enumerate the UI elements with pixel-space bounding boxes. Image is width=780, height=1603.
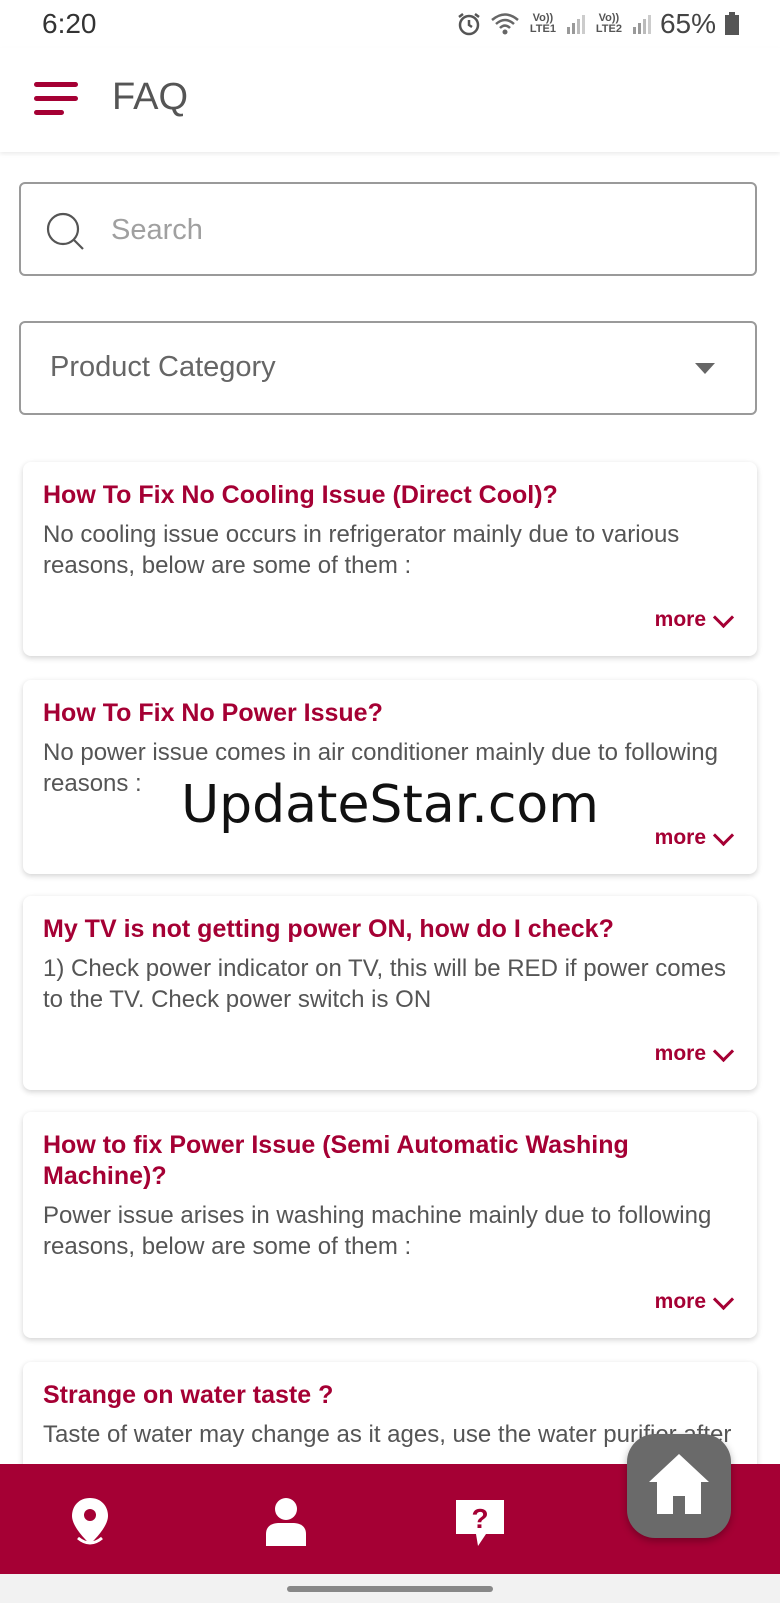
search-box[interactable] bbox=[19, 182, 757, 276]
wifi-icon bbox=[491, 13, 519, 35]
help-icon[interactable]: ? bbox=[452, 1494, 508, 1550]
more-label: more bbox=[654, 608, 706, 631]
more-link[interactable]: more bbox=[654, 606, 735, 632]
product-category-label: Product Category bbox=[50, 351, 276, 383]
status-icons: Vo)) LTE1 Vo)) LTE2 65% bbox=[456, 8, 740, 40]
svg-text:?: ? bbox=[471, 1503, 488, 1534]
page-title: FAQ bbox=[112, 76, 189, 118]
faq-card[interactable]: How to fix Power Issue (Semi Automatic W… bbox=[23, 1112, 757, 1338]
faq-title: My TV is not getting power ON, how do I … bbox=[43, 915, 614, 943]
alarm-icon bbox=[458, 13, 480, 36]
more-label: more bbox=[654, 1290, 706, 1313]
battery-percent: 65% bbox=[659, 8, 716, 39]
faq-title: How To Fix No Cooling Issue (Direct Cool… bbox=[43, 481, 558, 509]
menu-icon[interactable] bbox=[34, 82, 78, 118]
app-bar: FAQ bbox=[0, 48, 780, 152]
signal-icon bbox=[566, 15, 585, 34]
battery-icon bbox=[725, 12, 739, 35]
faq-body: No cooling issue occurs in refrigerator … bbox=[43, 521, 680, 579]
faq-card[interactable]: My TV is not getting power ON, how do I … bbox=[23, 896, 757, 1090]
person-icon[interactable] bbox=[258, 1494, 314, 1550]
status-bar: 6:20 Vo)) LTE1 Vo)) LTE2 65% bbox=[0, 0, 780, 48]
location-icon[interactable] bbox=[62, 1494, 118, 1550]
faq-title: How to fix Power Issue (Semi Automatic W… bbox=[43, 1131, 629, 1190]
dropdown-arrow-icon bbox=[695, 363, 715, 374]
lte1-label: Vo)) LTE1 bbox=[529, 12, 556, 35]
chevron-down-icon bbox=[712, 1288, 735, 1310]
search-icon bbox=[46, 212, 84, 250]
faq-body: 1) Check power indicator on TV, this wil… bbox=[43, 955, 726, 1013]
status-time: 6:20 bbox=[42, 8, 97, 39]
faq-card[interactable]: How To Fix No Cooling Issue (Direct Cool… bbox=[23, 462, 757, 656]
more-link[interactable]: more bbox=[654, 1040, 735, 1066]
faq-title: Strange on water taste ? bbox=[43, 1381, 334, 1409]
more-label: more bbox=[654, 1042, 706, 1065]
faq-title: How To Fix No Power Issue? bbox=[43, 699, 383, 727]
gesture-handle[interactable] bbox=[287, 1586, 493, 1592]
signal-icon bbox=[632, 15, 651, 34]
home-button[interactable] bbox=[627, 1434, 731, 1538]
chevron-down-icon bbox=[712, 1040, 735, 1062]
lte2-label: Vo)) LTE2 bbox=[595, 12, 622, 35]
chevron-down-icon bbox=[712, 606, 735, 628]
watermark: UpdateStar.com bbox=[181, 775, 599, 835]
more-link[interactable]: more bbox=[654, 1288, 735, 1314]
product-category-select[interactable]: Product Category bbox=[19, 321, 757, 415]
home-icon bbox=[649, 1454, 709, 1514]
faq-body: Power issue arises in washing machine ma… bbox=[43, 1202, 712, 1260]
search-input[interactable] bbox=[109, 204, 733, 256]
